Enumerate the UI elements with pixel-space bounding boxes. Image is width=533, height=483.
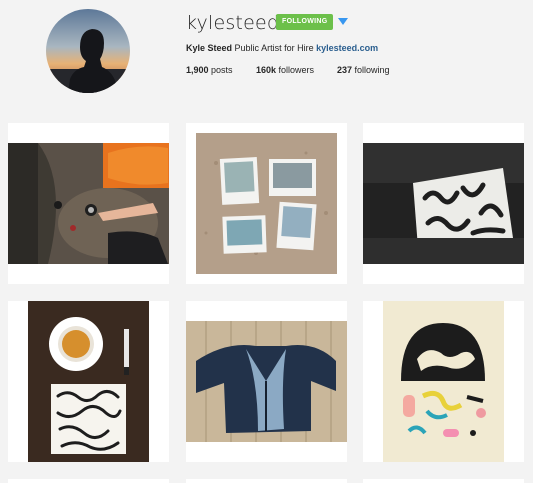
posts-label: posts — [211, 65, 233, 75]
following-stat[interactable]: 237 following — [337, 65, 390, 75]
posts-count: 1,900 — [186, 65, 209, 75]
following-label: following — [354, 65, 390, 75]
post-tile[interactable] — [363, 123, 524, 284]
post-tile[interactable] — [363, 301, 524, 462]
following-button[interactable]: FOLLOWING — [276, 14, 334, 30]
profile-bio: Kyle Steed Public Artist for Hire kylest… — [186, 43, 378, 53]
caret-down-icon[interactable] — [338, 18, 348, 25]
post-tile[interactable] — [363, 479, 524, 483]
followers-stat[interactable]: 160k followers — [256, 65, 314, 75]
posts-stat: 1,900 posts — [186, 65, 233, 75]
post-photo-denim-jacket — [186, 321, 347, 442]
profile-avatar — [46, 9, 130, 93]
profile-username: kylesteed — [186, 12, 280, 34]
profile-full-name: Kyle Steed — [186, 43, 233, 53]
profile-website-link[interactable]: kylesteed.com — [316, 43, 378, 53]
followers-label: followers — [278, 65, 315, 75]
post-photo-abstract-print — [383, 301, 504, 462]
post-tile[interactable] — [186, 301, 347, 462]
post-photo-polaroids — [196, 133, 337, 274]
post-photo-painting-ground — [8, 143, 169, 264]
post-tile[interactable] — [8, 479, 169, 483]
post-photo-sketch-tea — [28, 301, 149, 462]
post-tile[interactable] — [8, 301, 169, 462]
post-photo-mural-wall — [363, 143, 524, 264]
post-tile[interactable] — [8, 123, 169, 284]
post-tile[interactable] — [186, 479, 347, 483]
post-tile[interactable] — [186, 123, 347, 284]
following-count: 237 — [337, 65, 353, 75]
followers-count: 160k — [256, 65, 277, 75]
profile-bio-text: Public Artist for Hire — [234, 43, 314, 53]
